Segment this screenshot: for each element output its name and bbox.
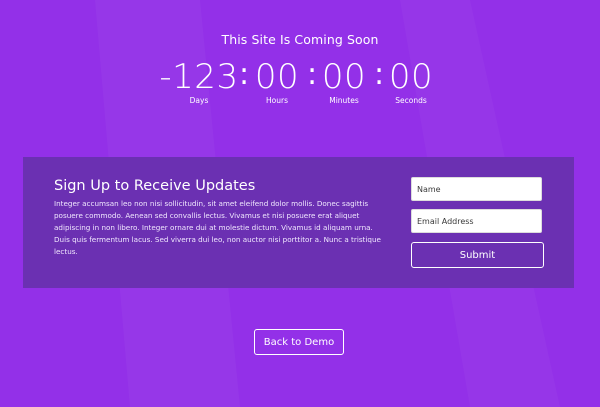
page-title: This Site Is Coming Soon xyxy=(221,32,379,47)
countdown-seconds-label: Seconds xyxy=(395,96,427,105)
countdown-seconds: 00 Seconds xyxy=(371,58,451,106)
countdown-seconds-value: 00 xyxy=(388,57,434,97)
signup-description: Integer accumsan leo non nisi sollicitud… xyxy=(54,199,381,256)
signup-panel: Sign Up to Receive Updates Integer accum… xyxy=(23,157,574,288)
countdown-days: -123 Days xyxy=(159,58,239,106)
countdown-days-value: -123 xyxy=(159,57,239,97)
countdown-timer: -123 Days : 00 Hours : 00 Minutes : 00 S… xyxy=(0,58,600,108)
back-to-demo-button[interactable]: Back to Demo xyxy=(254,329,344,355)
signup-heading: Sign Up to Receive Updates xyxy=(54,178,256,194)
name-input[interactable] xyxy=(411,177,542,201)
countdown-days-label: Days xyxy=(189,96,209,105)
email-input[interactable] xyxy=(411,209,542,233)
submit-button[interactable]: Submit xyxy=(411,242,544,268)
